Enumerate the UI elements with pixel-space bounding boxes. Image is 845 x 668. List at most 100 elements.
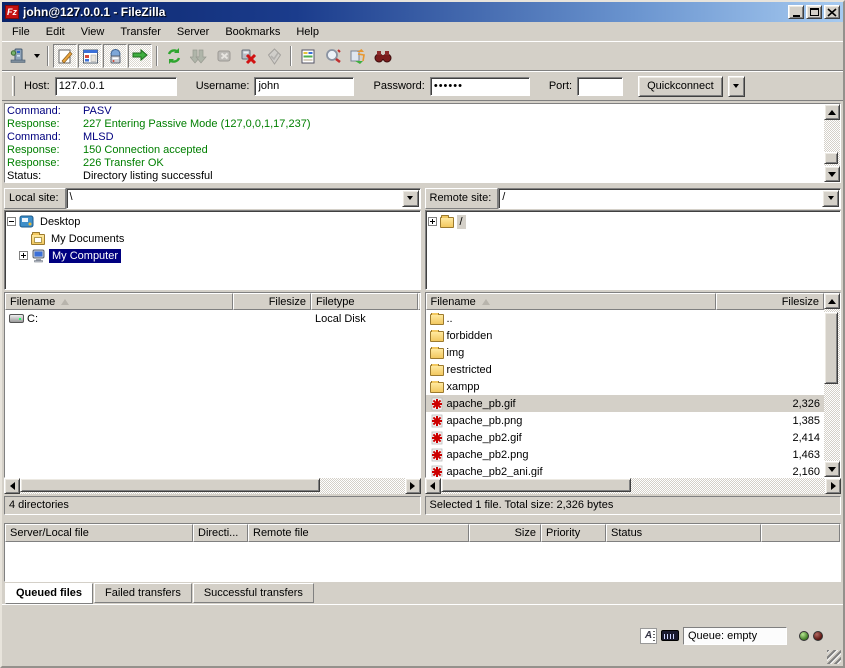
toggle-transfer-queue-button[interactable] xyxy=(128,44,152,68)
menu-help[interactable]: Help xyxy=(288,24,327,40)
disconnect-button[interactable] xyxy=(237,44,261,68)
log-vertical-scrollbar[interactable] xyxy=(824,104,840,182)
scrollbar-thumb[interactable] xyxy=(441,478,631,492)
tree-item-my-documents[interactable]: My Documents xyxy=(7,230,418,247)
tree-item-root[interactable]: / xyxy=(428,213,839,230)
menu-transfer[interactable]: Transfer xyxy=(112,24,169,40)
local-file-list[interactable]: C: Local Disk xyxy=(5,310,420,477)
menu-view[interactable]: View xyxy=(73,24,113,40)
remote-file-list[interactable]: .. forbidden img xyxy=(426,310,825,477)
resize-grip[interactable] xyxy=(827,650,841,664)
file-row[interactable]: apache_pb.png 1,385 xyxy=(426,412,825,429)
toggle-local-tree-button[interactable] xyxy=(78,44,102,68)
file-row[interactable]: restricted xyxy=(426,361,825,378)
column-header-remote-file[interactable]: Remote file xyxy=(248,524,469,542)
menu-file[interactable]: File xyxy=(4,24,38,40)
column-header-filesize[interactable]: Filesize xyxy=(716,293,824,310)
scroll-right-button[interactable] xyxy=(405,478,421,494)
scroll-up-button[interactable] xyxy=(824,293,840,309)
expand-icon[interactable] xyxy=(19,251,28,260)
column-header-direction[interactable]: Directi... xyxy=(193,524,248,542)
remote-directory-tree[interactable]: / xyxy=(425,210,842,290)
scroll-right-button[interactable] xyxy=(825,478,841,494)
file-row[interactable]: apache_pb2.gif 2,414 xyxy=(426,429,825,446)
maximize-icon xyxy=(810,8,819,16)
chevron-down-icon xyxy=(828,196,834,200)
file-row[interactable]: apache_pb2_ani.gif 2,160 xyxy=(426,463,825,477)
username-input[interactable] xyxy=(254,77,354,96)
file-row[interactable]: .. xyxy=(426,310,825,327)
file-row[interactable]: img xyxy=(426,344,825,361)
menu-server[interactable]: Server xyxy=(169,24,217,40)
column-header-priority[interactable]: Priority xyxy=(541,524,606,542)
file-row[interactable]: forbidden xyxy=(426,327,825,344)
column-header-status[interactable]: Status xyxy=(606,524,761,542)
column-header-filesize[interactable]: Filesize xyxy=(233,293,311,310)
minimize-button[interactable] xyxy=(788,5,804,19)
scroll-down-button[interactable] xyxy=(824,461,840,477)
file-row[interactable]: apache_pb2.png 1,463 xyxy=(426,446,825,463)
find-files-button[interactable] xyxy=(371,44,395,68)
quickconnect-dropdown[interactable] xyxy=(728,76,745,97)
file-row-c-drive[interactable]: C: Local Disk xyxy=(5,310,420,327)
directory-listing-filters-button[interactable] xyxy=(296,44,320,68)
column-header-size[interactable]: Size xyxy=(469,524,541,542)
menu-edit[interactable]: Edit xyxy=(38,24,73,40)
local-horizontal-scrollbar[interactable] xyxy=(4,478,421,494)
scrollbar-thumb[interactable] xyxy=(824,152,838,164)
column-header-filename[interactable]: Filename xyxy=(5,293,233,310)
arrow-up-icon xyxy=(828,110,836,115)
speed-limits-icon[interactable] xyxy=(661,630,679,641)
remote-vertical-scrollbar[interactable] xyxy=(824,293,840,477)
tree-item-desktop[interactable]: Desktop xyxy=(7,213,418,230)
file-row[interactable]: xampp xyxy=(426,378,825,395)
column-header-server-local-file[interactable]: Server/Local file xyxy=(5,524,193,542)
filezilla-window: Fz john@127.0.0.1 - FileZilla File Edit … xyxy=(0,0,845,668)
reconnect-button[interactable] xyxy=(262,44,286,68)
scroll-left-button[interactable] xyxy=(4,478,20,494)
remote-site-dropdown[interactable] xyxy=(822,190,839,207)
scroll-up-button[interactable] xyxy=(824,104,840,120)
close-button[interactable] xyxy=(824,5,840,19)
file-row-selected[interactable]: apache_pb.gif 2,326 xyxy=(426,395,825,412)
refresh-button[interactable] xyxy=(162,44,186,68)
password-input[interactable] xyxy=(430,77,530,96)
column-header-lastmodified[interactable]: L xyxy=(418,293,421,310)
local-directory-tree[interactable]: Desktop My Documents My Computer xyxy=(4,210,421,290)
tab-queued-files[interactable]: Queued files xyxy=(5,583,93,604)
host-input[interactable] xyxy=(55,77,177,96)
expand-icon[interactable] xyxy=(428,217,437,226)
remote-horizontal-scrollbar[interactable] xyxy=(425,478,842,494)
toggle-remote-tree-button[interactable] xyxy=(103,44,127,68)
tab-successful-transfers[interactable]: Successful transfers xyxy=(193,583,314,603)
synchronized-browsing-button[interactable] xyxy=(346,44,370,68)
menu-bookmarks[interactable]: Bookmarks xyxy=(217,24,288,40)
data-type-ascii-icon[interactable]: A xyxy=(640,628,657,644)
tab-failed-transfers[interactable]: Failed transfers xyxy=(94,583,192,603)
sort-ascending-icon xyxy=(61,299,69,305)
scrollbar-thumb[interactable] xyxy=(20,478,320,492)
local-site-dropdown[interactable] xyxy=(402,190,419,207)
process-queue-button[interactable] xyxy=(187,44,211,68)
column-header-filename[interactable]: Filename xyxy=(426,293,717,310)
maximize-button[interactable] xyxy=(806,5,822,19)
file-name: C: xyxy=(27,313,38,325)
scroll-down-button[interactable] xyxy=(824,166,840,182)
message-log[interactable]: Command:PASV Response:227 Entering Passi… xyxy=(4,103,841,183)
port-input[interactable] xyxy=(577,77,623,96)
scroll-left-button[interactable] xyxy=(425,478,441,494)
site-manager-button[interactable] xyxy=(6,44,30,68)
site-manager-dropdown[interactable] xyxy=(31,44,43,68)
remote-site-combobox[interactable]: / xyxy=(498,188,841,209)
title-bar[interactable]: Fz john@127.0.0.1 - FileZilla xyxy=(2,2,843,22)
directory-comparison-button[interactable] xyxy=(321,44,345,68)
toggle-message-log-button[interactable] xyxy=(53,44,77,68)
tree-item-my-computer[interactable]: My Computer xyxy=(7,247,418,264)
local-site-combobox[interactable]: \ xyxy=(66,188,421,209)
cancel-operation-button[interactable] xyxy=(212,44,236,68)
column-header-filetype[interactable]: Filetype xyxy=(311,293,418,310)
collapse-icon[interactable] xyxy=(7,217,16,226)
quickconnect-button[interactable]: Quickconnect xyxy=(638,76,723,97)
scrollbar-thumb[interactable] xyxy=(824,312,838,384)
queue-list[interactable] xyxy=(5,542,840,581)
